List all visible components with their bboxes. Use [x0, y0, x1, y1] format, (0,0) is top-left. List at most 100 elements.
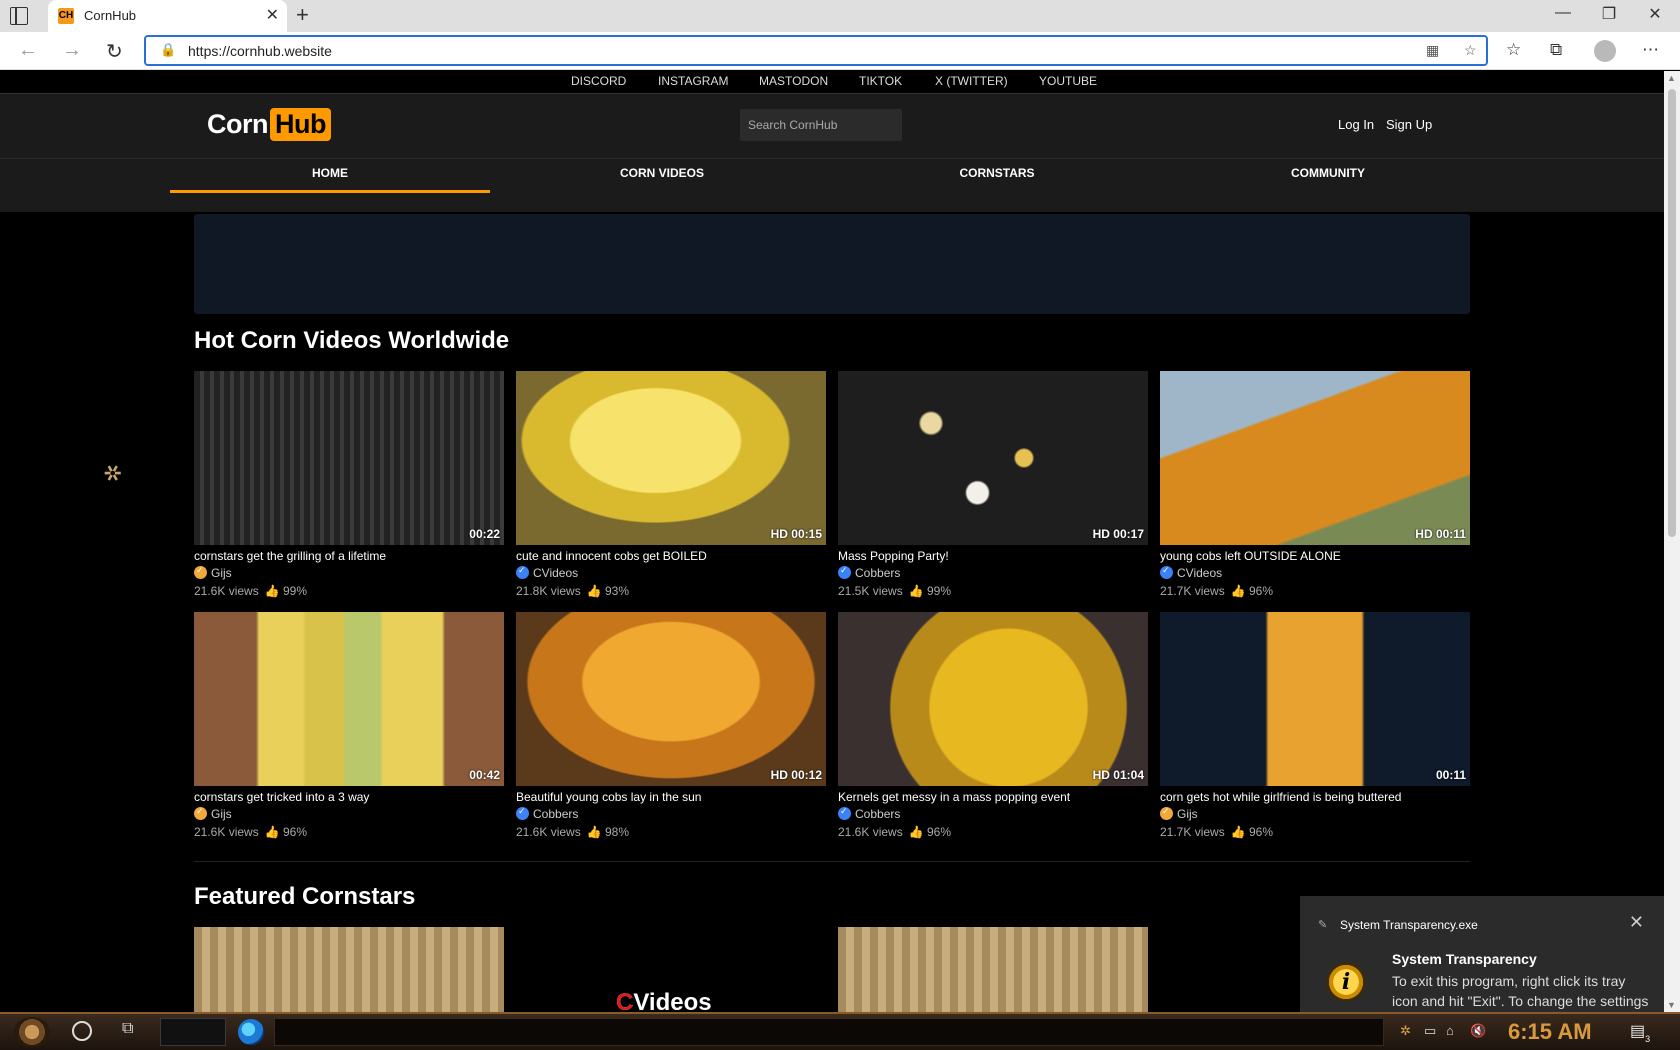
video-thumbnail[interactable]: 00:11	[1160, 612, 1470, 786]
video-thumbnail[interactable]: HD 00:12	[516, 612, 826, 786]
notification-close-icon[interactable]: ✕	[1629, 912, 1644, 933]
video-rating: 99%	[279, 584, 308, 598]
video-title[interactable]: Beautiful young cobs lay in the sun	[516, 790, 826, 806]
scroll-up-icon[interactable]: ▲	[1667, 73, 1676, 83]
channel-name[interactable]: Gijs	[211, 566, 232, 580]
video-card[interactable]: HD 00:12 Beautiful young cobs lay in the …	[516, 612, 826, 839]
taskbar-clock[interactable]: 6:15 AM	[1508, 1019, 1592, 1045]
channel-name[interactable]: Gijs	[211, 807, 232, 821]
video-card[interactable]: HD 01:04 Kernels get messy in a mass popp…	[838, 612, 1148, 839]
featured-cornstar-card[interactable]	[194, 927, 504, 1012]
video-thumbnail[interactable]: 00:22	[194, 371, 504, 545]
video-thumbnail[interactable]: HD 01:04	[838, 612, 1148, 786]
site-search-input[interactable]: Search CornHub	[740, 109, 902, 141]
task-view-icon[interactable]: ⧉	[122, 1020, 133, 1038]
cortana-icon[interactable]	[72, 1021, 92, 1041]
video-thumbnail[interactable]: HD 00:15	[516, 371, 826, 545]
video-thumbnail[interactable]: HD 00:17	[838, 371, 1148, 545]
video-title[interactable]: young cobs left OUTSIDE ALONE	[1160, 549, 1470, 565]
nav-community[interactable]: COMMUNITY	[1168, 159, 1488, 213]
minimize-icon[interactable]: —	[1540, 4, 1586, 22]
video-card[interactable]: HD 00:17 Mass Popping Party!Cobbers 21.5K …	[838, 371, 1148, 598]
address-bar[interactable]: 🔒 https://cornhub.website ▦ ☆	[144, 35, 1488, 66]
scrollbar-thumb[interactable]	[1668, 89, 1676, 537]
channel-name[interactable]: Cobbers	[855, 566, 900, 580]
signup-link[interactable]: Sign Up	[1386, 117, 1432, 132]
tray-device-icon[interactable]: ▭	[1424, 1023, 1436, 1039]
video-card[interactable]: 00:22 cornstars get the grilling of a lif…	[194, 371, 504, 598]
more-menu-icon[interactable]: ⋯	[1642, 40, 1659, 60]
add-favorite-icon[interactable]: ☆	[1464, 42, 1477, 59]
channel-name[interactable]: CVideos	[1177, 566, 1222, 580]
channel-name[interactable]: Cobbers	[855, 807, 900, 821]
nav-cornstars[interactable]: CORNSTARS	[837, 159, 1157, 213]
network-icon[interactable]: ⌂	[1446, 1023, 1454, 1038]
favorites-icon[interactable]: ☆	[1506, 40, 1521, 60]
social-link-mastodon[interactable]: MASTODON	[759, 74, 828, 88]
page-scrollbar[interactable]: ▲ ▼	[1664, 71, 1680, 1012]
browser-tab[interactable]: CH CornHub ✕	[48, 0, 287, 32]
profile-avatar[interactable]	[1594, 40, 1616, 62]
social-link-instagram[interactable]: INSTAGRAM	[658, 74, 728, 88]
taskbar-search[interactable]	[160, 1018, 226, 1046]
video-title[interactable]: cute and innocent cobs get BOILED	[516, 549, 826, 565]
lock-icon[interactable]: 🔒	[160, 42, 176, 58]
verified-badge-icon	[1160, 806, 1173, 820]
channel-name[interactable]: Gijs	[1177, 807, 1198, 821]
video-title[interactable]: Kernels get messy in a mass popping even…	[838, 790, 1148, 806]
featured-cornstar-card[interactable]	[838, 927, 1148, 1012]
video-rating: 96%	[1245, 584, 1274, 598]
video-title[interactable]: cornstars get the grilling of a lifetime	[194, 549, 504, 565]
channel-name[interactable]: CVideos	[533, 566, 578, 580]
reload-icon[interactable]: ↻	[106, 39, 123, 64]
social-link-x[interactable]: X (TWITTER)	[935, 74, 1008, 88]
video-card[interactable]: 00:42 cornstars get tricked into a 3 wayG…	[194, 612, 504, 839]
back-icon[interactable]: ←	[18, 39, 38, 62]
window-close-icon[interactable]: ✕	[1632, 4, 1678, 24]
nav-corn-videos[interactable]: CORN VIDEOS	[502, 159, 822, 213]
start-button[interactable]	[14, 1017, 50, 1047]
tab-close-icon[interactable]: ✕	[266, 5, 279, 25]
system-notification[interactable]: ✎ System Transparency.exe ✕ i System Tra…	[1300, 896, 1664, 1012]
video-channel[interactable]: Gijs	[1160, 806, 1470, 825]
video-channel[interactable]: Gijs	[194, 806, 504, 825]
scroll-down-icon[interactable]: ▼	[1667, 1000, 1676, 1010]
new-tab-icon[interactable]: +	[296, 2, 309, 28]
action-center-icon[interactable]: ▤3	[1630, 1021, 1650, 1044]
video-card[interactable]: HD 00:11 young cobs left OUTSIDE ALONECVi…	[1160, 371, 1470, 598]
restore-icon[interactable]: ❐	[1586, 4, 1632, 24]
video-thumbnail[interactable]: 00:42	[194, 612, 504, 786]
video-channel[interactable]: Gijs	[194, 565, 504, 584]
video-channel[interactable]: Cobbers	[516, 806, 826, 825]
video-channel[interactable]: Cobbers	[838, 565, 1148, 584]
ad-banner[interactable]	[194, 214, 1470, 314]
channel-name[interactable]: Cobbers	[533, 807, 578, 821]
social-link-youtube[interactable]: YOUTUBE	[1039, 74, 1097, 88]
video-channel[interactable]: CVideos	[516, 565, 826, 584]
video-card[interactable]: HD 00:15 cute and innocent cobs get BOILE…	[516, 371, 826, 598]
video-channel[interactable]: CVideos	[1160, 565, 1470, 584]
tab-actions-icon[interactable]	[10, 7, 28, 25]
video-title[interactable]: corn gets hot while girlfriend is being …	[1160, 790, 1470, 806]
site-logo[interactable]: Corn Hub	[207, 108, 331, 144]
video-thumbnail[interactable]: HD 00:11	[1160, 371, 1470, 545]
volume-muted-icon[interactable]: 🔇	[1470, 1023, 1486, 1039]
login-link[interactable]: Log In	[1338, 117, 1374, 132]
featured-cornstar-card[interactable]: CVideos C	[516, 927, 826, 1012]
forward-icon[interactable]: →	[62, 39, 82, 62]
video-channel[interactable]: Cobbers	[838, 806, 1148, 825]
social-link-tiktok[interactable]: TIKTOK	[859, 74, 902, 88]
video-rating: 93%	[601, 584, 630, 598]
edge-icon[interactable]	[238, 1019, 264, 1045]
tray-app-icon[interactable]: ✲	[1400, 1023, 1411, 1039]
app-available-icon[interactable]: ▦	[1426, 42, 1439, 59]
collections-icon[interactable]: ⧉	[1550, 40, 1562, 60]
video-meta: 21.6K views 👍 96%	[838, 825, 1148, 839]
social-link-discord[interactable]: DISCORD	[571, 74, 626, 88]
video-card[interactable]: 00:11 corn gets hot while girlfriend is b…	[1160, 612, 1470, 839]
url-text[interactable]: https://cornhub.website	[188, 43, 332, 59]
video-title[interactable]: cornstars get tricked into a 3 way	[194, 790, 504, 806]
video-title[interactable]: Mass Popping Party!	[838, 549, 1148, 565]
nav-home[interactable]: HOME	[170, 159, 490, 193]
browser-tab-bar: CH CornHub ✕ + — ❐ ✕	[0, 0, 1680, 32]
